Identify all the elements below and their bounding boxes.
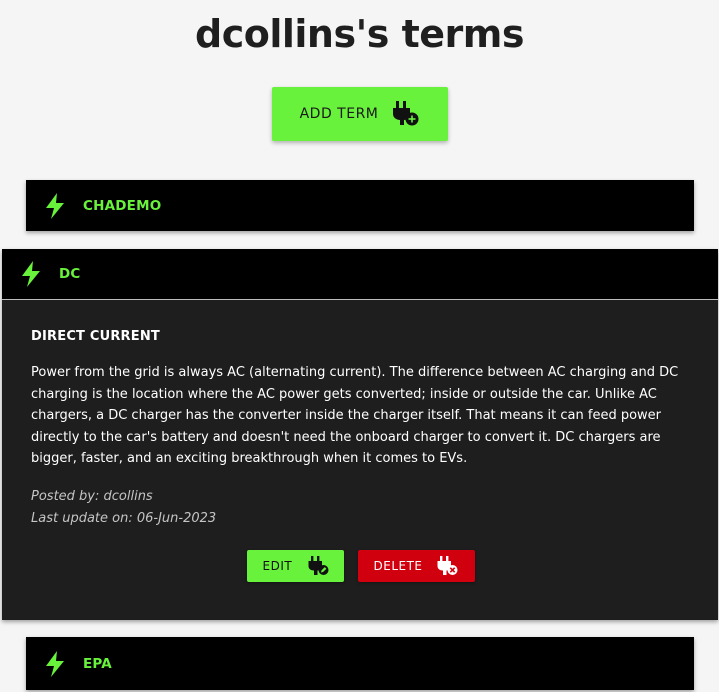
last-update: Last update on: 06-Jun-2023 xyxy=(31,510,217,526)
term-header-epa[interactable]: EPA xyxy=(26,637,694,690)
lightning-bolt-icon xyxy=(22,261,40,287)
term-accordion-expanded: DC DIRECT CURRENT Power from the grid is… xyxy=(2,249,718,620)
term-accordion: EPA xyxy=(26,637,694,690)
lightning-bolt-icon xyxy=(46,192,64,219)
plug-add-icon xyxy=(393,101,419,126)
edit-label: EDIT xyxy=(262,558,293,573)
delete-button[interactable]: DELETE xyxy=(357,549,475,582)
definition-text: Power from the grid is always AC (altern… xyxy=(31,365,679,466)
definition-heading: DIRECT CURRENT xyxy=(31,329,160,344)
plug-delete-icon xyxy=(437,555,458,575)
plug-edit-icon xyxy=(308,555,329,575)
delete-label: DELETE xyxy=(373,558,423,573)
term-name: CHADEMO xyxy=(83,197,162,214)
edit-button[interactable]: EDIT xyxy=(246,549,344,582)
term-accordion: CHADEMO xyxy=(26,180,694,231)
page-title: dcollins's terms xyxy=(195,12,524,56)
term-name: EPA xyxy=(83,655,112,672)
term-details: DIRECT CURRENT Power from the grid is al… xyxy=(2,300,718,582)
term-header-chademo[interactable]: CHADEMO xyxy=(26,180,694,231)
lightning-bolt-icon xyxy=(46,650,64,677)
term-actions: EDIT DELETE xyxy=(31,549,690,582)
term-header-dc[interactable]: DC xyxy=(2,249,718,300)
add-term-label: ADD TERM xyxy=(299,106,379,122)
add-term-button[interactable]: ADD TERM xyxy=(272,87,448,141)
posted-by: Posted by: dcollins xyxy=(31,488,153,504)
term-name: DC xyxy=(59,266,81,282)
